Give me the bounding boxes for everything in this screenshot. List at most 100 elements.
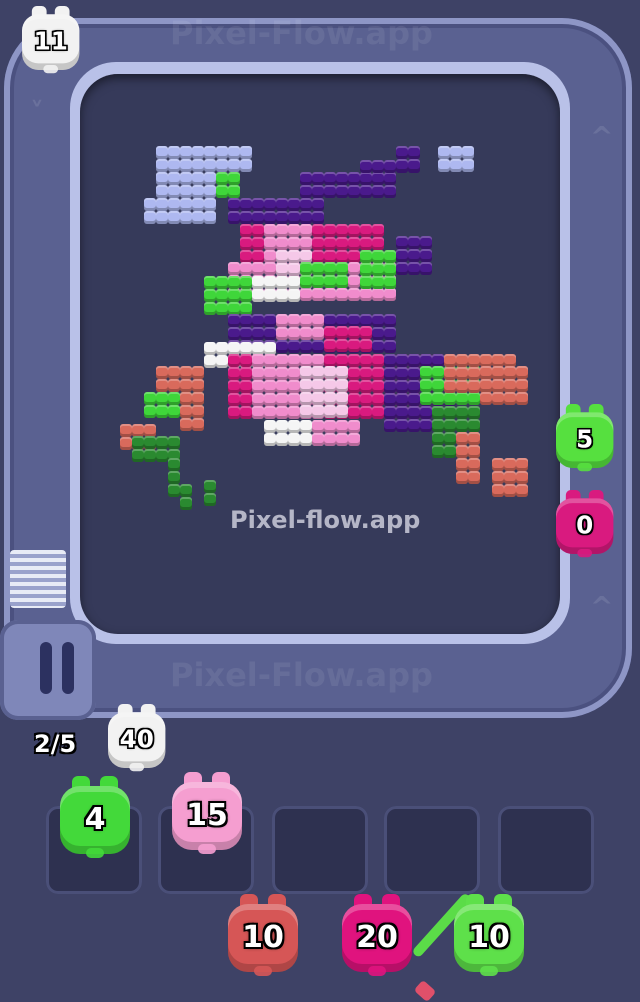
- pixel-block: [360, 406, 372, 419]
- pixel-block: [252, 406, 264, 419]
- pixel-block: [252, 289, 264, 302]
- pixel-block: [180, 211, 192, 224]
- holding-slot[interactable]: [272, 806, 368, 894]
- pixel-block: [360, 185, 372, 198]
- pixel-block: [348, 172, 360, 185]
- pixel-block: [216, 302, 228, 315]
- slot-pig[interactable]: 4: [60, 776, 130, 858]
- pixel-block: [408, 146, 420, 159]
- pixel-block: [228, 314, 240, 327]
- pixel-block: [300, 275, 312, 288]
- pixel-block: [264, 433, 276, 446]
- pixel-block: [312, 211, 324, 224]
- pixel-block: [228, 146, 240, 159]
- track-chevron-icon: ˅: [30, 96, 44, 129]
- pixel-block: [372, 172, 384, 185]
- pixel-block: [336, 275, 348, 288]
- pig-tail: [577, 463, 593, 472]
- queue-pig[interactable]: 20: [342, 894, 412, 976]
- pixel-block: [372, 393, 384, 406]
- pixel-block: [276, 276, 288, 289]
- pixel-block: [312, 340, 324, 353]
- pixel-block: [348, 367, 360, 380]
- pixel-block: [300, 366, 312, 379]
- pixel-block: [300, 327, 312, 340]
- pixel-block: [300, 433, 312, 446]
- pixel-block: [180, 198, 192, 211]
- gate-slot: [62, 642, 74, 694]
- pixel-block: [240, 146, 252, 159]
- pixel-block: [432, 406, 444, 419]
- rope-tip: [413, 979, 437, 1002]
- pixel-block: [288, 289, 300, 302]
- pixel-block: [168, 458, 180, 471]
- pixel-block: [288, 433, 300, 446]
- pixel-block: [468, 445, 480, 458]
- pixel-block: [312, 327, 324, 340]
- pixel-block: [348, 185, 360, 198]
- pixel-block: [408, 354, 420, 367]
- queue-pig[interactable]: 10: [228, 894, 298, 976]
- holding-slot[interactable]: [498, 806, 594, 894]
- pixel-block: [144, 449, 156, 462]
- pixel-block: [252, 314, 264, 327]
- pixel-block: [324, 275, 336, 288]
- pixel-block: [168, 146, 180, 159]
- pixel-block: [240, 224, 252, 237]
- queue-progress: 2/5: [34, 730, 77, 758]
- pixel-block: [348, 237, 360, 250]
- pixel-block: [180, 185, 192, 198]
- pixel-block: [324, 405, 336, 418]
- pixel-block: [456, 458, 468, 471]
- pixel-block: [396, 236, 408, 249]
- pixel-block: [264, 211, 276, 224]
- pixel-block: [396, 419, 408, 432]
- watermark-bottom: Pixel-Flow.app: [170, 656, 433, 694]
- pixel-block: [240, 159, 252, 172]
- pixel-block: [372, 406, 384, 419]
- pixel-block: [324, 379, 336, 392]
- pixel-block: [228, 172, 240, 185]
- pixel-block: [288, 327, 300, 340]
- pixel-block: [444, 432, 456, 445]
- pixel-block: [120, 437, 132, 450]
- pixel-block: [252, 367, 264, 380]
- pixel-block: [462, 146, 474, 159]
- track-pig[interactable]: 0: [556, 490, 614, 558]
- pixel-block: [336, 433, 348, 446]
- track-pig[interactable]: 5: [556, 404, 614, 472]
- pixel-block: [420, 379, 432, 392]
- pixel-block: [300, 392, 312, 405]
- pixel-block: [156, 392, 168, 405]
- pixel-block: [384, 263, 396, 276]
- pixel-block: [504, 458, 516, 471]
- pixel-block: [336, 262, 348, 275]
- holding-slot[interactable]: [384, 806, 480, 894]
- pixel-block: [360, 354, 372, 367]
- pixel-block: [300, 405, 312, 418]
- pixel-block: [384, 185, 396, 198]
- track-pig[interactable]: 11: [22, 6, 80, 74]
- pixel-block: [240, 354, 252, 367]
- pixel-block: [216, 276, 228, 289]
- pixel-block: [312, 379, 324, 392]
- launch-pig[interactable]: 40: [108, 704, 166, 772]
- pixel-block: [216, 146, 228, 159]
- pixel-block: [240, 211, 252, 224]
- queue-pig[interactable]: 10: [454, 894, 524, 976]
- pixel-block: [456, 445, 468, 458]
- pixel-block: [288, 211, 300, 224]
- pixel-block: [444, 419, 456, 432]
- pixel-block: [516, 379, 528, 392]
- pixel-block: [504, 392, 516, 405]
- pixel-block: [468, 392, 480, 405]
- pixel-block: [336, 237, 348, 250]
- pixel-block: [336, 366, 348, 379]
- slot-pig[interactable]: 15: [172, 772, 242, 854]
- pixel-block: [372, 250, 384, 263]
- pixel-block: [240, 276, 252, 289]
- pixel-block: [312, 366, 324, 379]
- pixel-block: [396, 262, 408, 275]
- pixel-block: [276, 314, 288, 327]
- pixel-block: [252, 224, 264, 237]
